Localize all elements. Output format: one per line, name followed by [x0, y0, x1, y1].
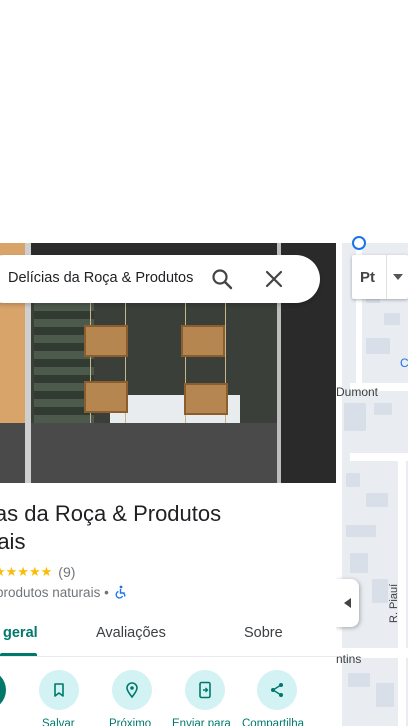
save-label: Salvar — [42, 718, 75, 726]
rating-row[interactable]: ★★★★★ (9) — [0, 564, 75, 580]
nearby-icon — [126, 682, 138, 699]
layers-button[interactable]: Pt — [352, 255, 408, 299]
wheelchair-icon — [115, 585, 126, 599]
tab-bar: geral Avaliações Sobre — [0, 617, 336, 657]
map-edge-label: C — [400, 356, 408, 370]
review-count[interactable]: (9) — [58, 564, 75, 580]
search-box[interactable]: Delícias da Roça & Produtos N — [0, 255, 320, 303]
tab-overview[interactable]: geral — [3, 625, 38, 641]
map-pin-icon[interactable] — [352, 236, 366, 250]
chevron-left-icon — [343, 598, 351, 608]
layer-label: Pt — [360, 268, 375, 286]
place-panel: Delícias da Roça & Produtos N ias da Roç… — [0, 243, 336, 726]
action-bar: Salvar Próximo Enviar para Compartilha — [0, 667, 336, 726]
place-title: ias da Roça & Produtos rais — [0, 500, 330, 556]
share-button[interactable] — [257, 670, 297, 710]
share-label: Compartilha — [242, 718, 304, 726]
place-category[interactable]: produtos naturais • — [0, 585, 109, 600]
street-label: R. Piauí — [388, 583, 400, 623]
street-label: ntins — [336, 652, 362, 666]
send-to-phone-label: Enviar para — [172, 718, 231, 726]
place-title-line1: ias da Roça & Produtos — [0, 501, 222, 526]
active-tab-indicator — [0, 653, 37, 656]
search-input[interactable]: Delícias da Roça & Produtos N — [8, 270, 198, 286]
place-title-line2: rais — [0, 529, 26, 554]
maps-screen: Dumont C ntins R. Piauí Pt Delícias da R… — [0, 0, 408, 726]
nearby-label: Próximo — [109, 718, 152, 726]
category-row: produtos naturais • — [0, 584, 127, 600]
rating-stars: ★★★★★ — [0, 564, 53, 579]
collapse-panel-button[interactable] — [336, 579, 359, 627]
close-icon[interactable] — [262, 267, 286, 291]
share-icon — [271, 683, 283, 697]
tab-reviews[interactable]: Avaliações — [96, 625, 166, 641]
street-label: Dumont — [336, 385, 379, 399]
send-to-phone-icon — [199, 681, 211, 699]
save-button[interactable] — [39, 670, 79, 710]
map-canvas[interactable]: Dumont C ntins R. Piauí — [336, 243, 408, 726]
nearby-button[interactable] — [112, 670, 152, 710]
chevron-down-icon[interactable] — [386, 255, 408, 299]
search-icon[interactable] — [210, 267, 234, 291]
directions-button[interactable] — [0, 670, 6, 710]
tab-about[interactable]: Sobre — [244, 625, 283, 641]
send-to-phone-button[interactable] — [185, 670, 225, 710]
bookmark-icon — [54, 683, 64, 697]
